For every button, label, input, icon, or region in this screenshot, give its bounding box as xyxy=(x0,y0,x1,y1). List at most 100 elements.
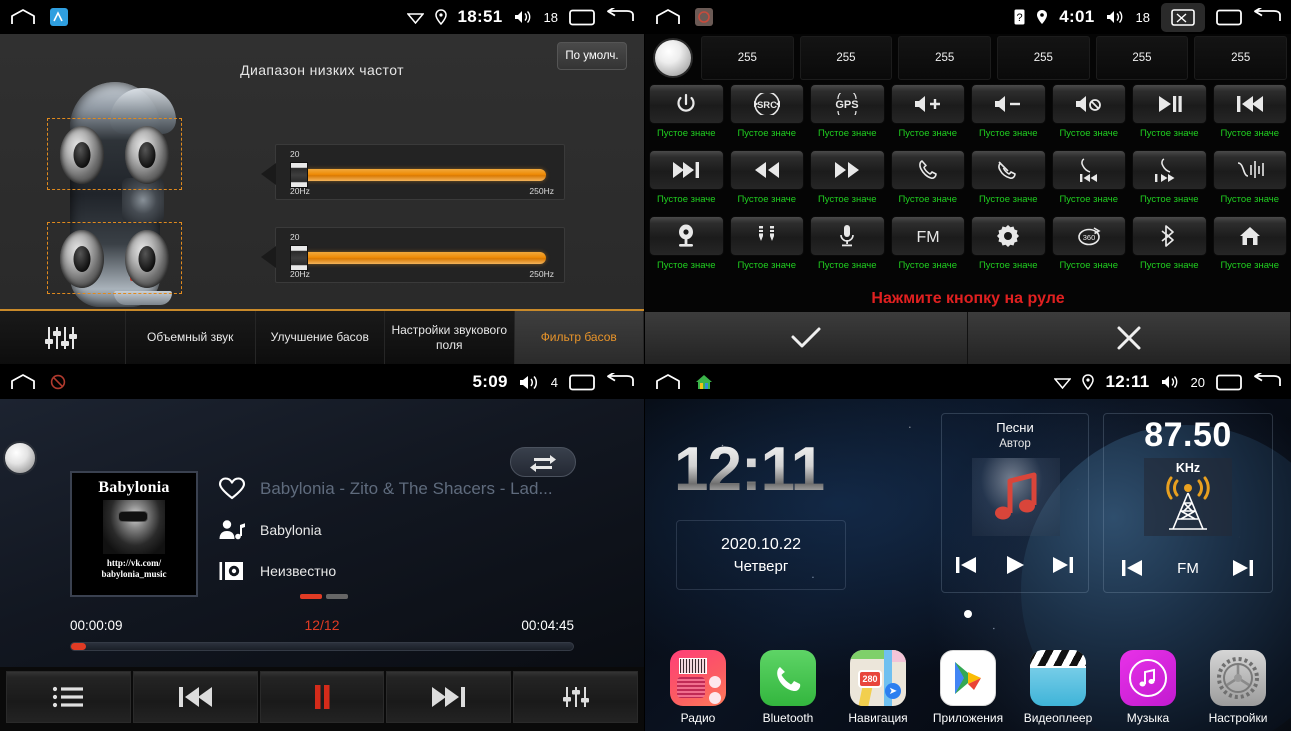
swc-cell-bluetooth[interactable]: Пустое значе xyxy=(1132,216,1207,282)
next-track-icon[interactable] xyxy=(1050,555,1076,575)
next-track-button[interactable] xyxy=(649,150,724,190)
bass-filter-slider-2[interactable]: 20 20Hz 250Hz xyxy=(261,227,565,283)
next-station-icon[interactable] xyxy=(1230,558,1256,578)
play-icon[interactable] xyxy=(1003,554,1027,576)
swc-cell-volume-up[interactable]: Пустое значе xyxy=(890,84,965,150)
next-track-button[interactable] xyxy=(386,671,512,723)
app-badge-icon[interactable] xyxy=(50,8,68,26)
radio-band-label[interactable]: FM xyxy=(1177,560,1199,577)
fm-button[interactable]: FM xyxy=(890,216,965,256)
radio-widget[interactable]: 87.50 KHz FM xyxy=(1103,413,1273,593)
playlist-button[interactable] xyxy=(6,671,131,723)
tab-equalizer[interactable] xyxy=(0,311,126,364)
app-settings[interactable]: Настройки xyxy=(1196,650,1280,725)
app-badge-icon[interactable] xyxy=(695,8,713,26)
phone-hangup-button[interactable] xyxy=(971,150,1046,190)
volume-down-button[interactable] xyxy=(971,84,1046,124)
tab-sound-field-settings[interactable]: Настройки звукового поля xyxy=(385,311,515,364)
recent-apps-icon[interactable] xyxy=(1216,9,1242,26)
adc-value[interactable]: 255 xyxy=(799,36,893,80)
fast-forward-button[interactable] xyxy=(810,150,885,190)
source-button[interactable]: SRC xyxy=(729,84,804,124)
back-icon[interactable] xyxy=(1253,373,1281,391)
swc-cell-previous[interactable]: Пустое значе xyxy=(1212,84,1287,150)
gps-button[interactable]: GPS xyxy=(810,84,885,124)
clock-widget[interactable]: 12:11 2020.10.22 Четверг xyxy=(663,413,933,593)
equalizer-button[interactable] xyxy=(513,671,638,723)
page-dot-active[interactable] xyxy=(300,594,322,599)
bass-filter-slider-1[interactable]: 20 20Hz 250Hz xyxy=(261,144,565,200)
microphone-button[interactable] xyxy=(810,216,885,256)
repeat-mode-button[interactable] xyxy=(510,447,576,477)
back-icon[interactable] xyxy=(1253,8,1281,26)
app-music[interactable]: Музыка xyxy=(1106,650,1190,725)
home-button[interactable] xyxy=(1212,216,1287,256)
previous-track-icon[interactable] xyxy=(954,555,980,575)
tab-surround-sound[interactable]: Объемный звук xyxy=(126,311,256,364)
rear-speaker-zone[interactable] xyxy=(47,222,182,294)
recent-apps-icon[interactable] xyxy=(569,374,595,391)
app-applications[interactable]: Приложения xyxy=(926,650,1010,725)
phone-next-button[interactable] xyxy=(1132,150,1207,190)
swc-cell-voice[interactable]: Пустое значе xyxy=(1212,150,1287,216)
swc-cell-power[interactable]: Пустое значе xyxy=(649,84,724,150)
aux-button[interactable] xyxy=(729,216,804,256)
page-dot[interactable] xyxy=(326,594,348,599)
swc-cell-home[interactable]: Пустое значе xyxy=(1212,216,1287,282)
power-button[interactable] xyxy=(649,84,724,124)
swc-cell-src[interactable]: SRC Пустое значе xyxy=(729,84,804,150)
swc-cell-fm[interactable]: FM Пустое значе xyxy=(890,216,965,282)
slider-thumb[interactable] xyxy=(290,162,308,188)
app-radio[interactable]: Радио xyxy=(656,650,740,725)
swc-cell-camera[interactable]: Пустое значе xyxy=(649,216,724,282)
mute-button[interactable] xyxy=(1051,84,1126,124)
home-icon[interactable] xyxy=(655,8,681,26)
adc-value[interactable]: 255 xyxy=(701,36,794,80)
360-view-button[interactable]: 360 xyxy=(1051,216,1126,256)
recent-apps-icon[interactable] xyxy=(569,9,595,26)
swc-cell-mic[interactable]: Пустое значе xyxy=(810,216,885,282)
play-pause-button[interactable] xyxy=(1132,84,1207,124)
app-navigation[interactable]: 280 ➤ Навигация xyxy=(836,650,920,725)
swc-cell-forward[interactable]: Пустое значе xyxy=(810,150,885,216)
settings-button[interactable] xyxy=(971,216,1046,256)
pause-button[interactable] xyxy=(259,671,385,723)
adc-value[interactable]: 255 xyxy=(1095,36,1189,80)
tab-bass-filter[interactable]: Фильтр басов xyxy=(514,311,644,364)
previous-station-icon[interactable] xyxy=(1120,558,1146,578)
adc-value[interactable]: 255 xyxy=(898,36,991,80)
home-page-indicator[interactable] xyxy=(964,610,972,618)
swc-cell-next[interactable]: Пустое значе xyxy=(649,150,724,216)
home-icon[interactable] xyxy=(10,373,36,391)
slider-track[interactable] xyxy=(296,252,546,264)
adc-value[interactable]: 255 xyxy=(996,36,1090,80)
swc-cell-mute[interactable]: Пустое значе xyxy=(1051,84,1126,150)
back-icon[interactable] xyxy=(606,373,634,391)
swc-cell-phone-next[interactable]: Пустое значе xyxy=(1132,150,1207,216)
camera-button[interactable] xyxy=(649,216,724,256)
recent-apps-icon[interactable] xyxy=(1216,374,1242,391)
front-speaker-zone[interactable] xyxy=(47,118,182,190)
swc-cell-gps[interactable]: GPS Пустое значе xyxy=(810,84,885,150)
app-video-player[interactable]: Видеоплеер xyxy=(1016,650,1100,725)
tab-bass-boost[interactable]: Улучшение басов xyxy=(255,311,385,364)
swc-cell-settings[interactable]: Пустое значе xyxy=(971,216,1046,282)
volume-knob[interactable] xyxy=(3,441,37,475)
swc-cell-volume-down[interactable]: Пустое значе xyxy=(971,84,1046,150)
favorite-heart-icon[interactable] xyxy=(218,477,246,501)
voice-command-button[interactable] xyxy=(1212,150,1287,190)
home-icon[interactable] xyxy=(10,8,36,26)
swc-cell-phone-prev[interactable]: Пустое значе xyxy=(1051,150,1126,216)
bluetooth-button[interactable] xyxy=(1132,216,1207,256)
phone-previous-button[interactable] xyxy=(1051,150,1126,190)
seek-bar[interactable] xyxy=(70,642,574,651)
slider-thumb[interactable] xyxy=(290,245,308,271)
swc-cell-answer[interactable]: Пустое значе xyxy=(890,150,965,216)
app-bluetooth[interactable]: Bluetooth xyxy=(746,650,830,725)
slider-track[interactable] xyxy=(296,169,546,181)
house-app-icon[interactable] xyxy=(695,373,713,391)
previous-track-button[interactable] xyxy=(1212,84,1287,124)
cancel-button[interactable] xyxy=(968,312,1291,364)
swc-cell-play-pause[interactable]: Пустое значе xyxy=(1132,84,1207,150)
carplay-screen-icon[interactable] xyxy=(1161,2,1205,32)
